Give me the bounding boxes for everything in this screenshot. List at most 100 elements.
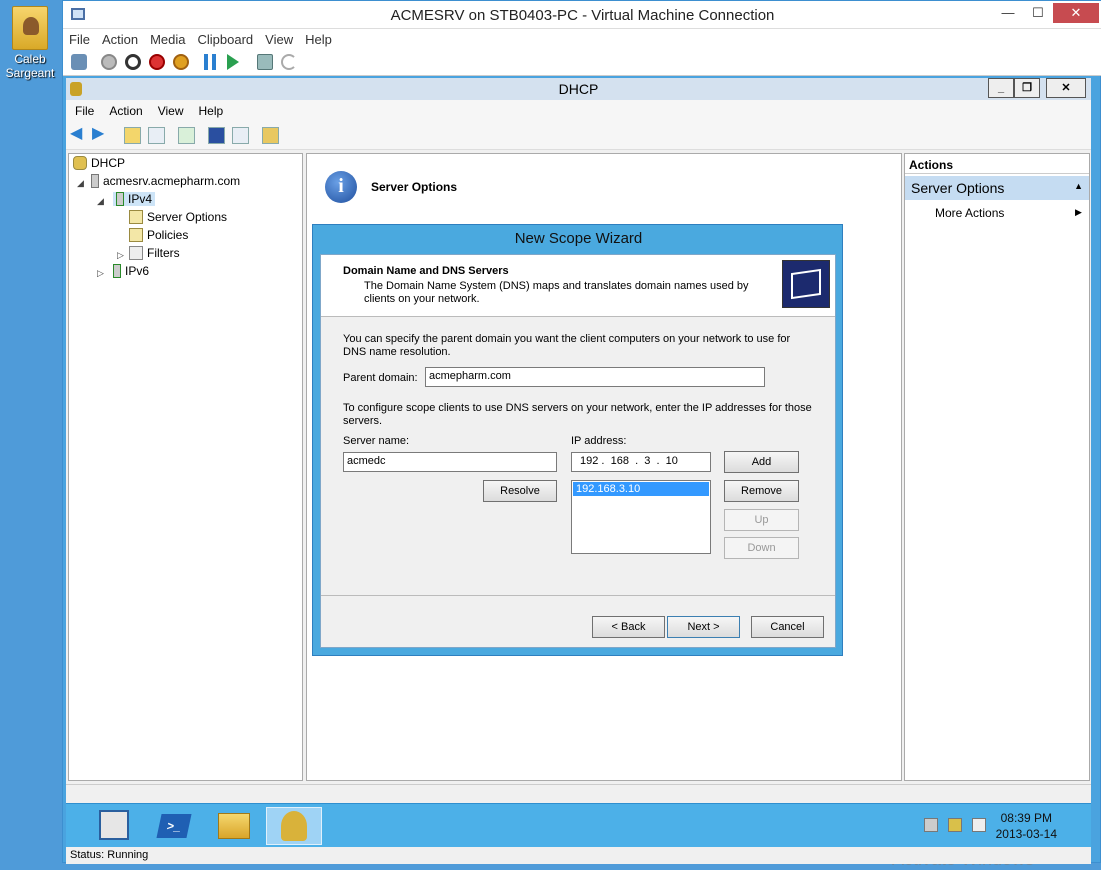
dns-server-list[interactable]: 192.168.3.10	[571, 480, 711, 554]
volume-icon[interactable]	[972, 818, 986, 832]
pause-icon[interactable]	[204, 54, 216, 70]
policies-icon	[129, 228, 143, 242]
vm-minimize-button[interactable]: —	[993, 3, 1023, 23]
snapshot-icon[interactable]	[257, 54, 273, 70]
vm-status-text: Status: Running	[66, 848, 1091, 864]
help-icon[interactable]	[208, 127, 225, 144]
actions-section-server-options[interactable]: Server Options ▲	[905, 176, 1089, 200]
network-icon[interactable]	[924, 818, 938, 832]
desktop-folder-icon[interactable]: Caleb Sargeant	[4, 6, 56, 90]
forward-arrow-icon[interactable]: ▶	[92, 126, 109, 144]
collapse-arrow-icon[interactable]: ▷	[117, 250, 124, 261]
tree-item-ipv4[interactable]: IPv4	[113, 192, 156, 206]
expand-arrow-icon[interactable]: ◢	[97, 196, 104, 207]
collapse-up-icon[interactable]: ▲	[1074, 181, 1083, 191]
vm-menu-help[interactable]: Help	[299, 29, 338, 47]
shutdown-icon[interactable]	[149, 54, 165, 70]
vm-menu-media[interactable]: Media	[144, 29, 191, 47]
show-hide-tree-icon[interactable]	[148, 127, 165, 144]
resolve-button[interactable]: Resolve	[483, 480, 557, 502]
wizard-title: New Scope Wizard	[514, 230, 643, 247]
tree-item-server[interactable]: acmesrv.acmepharm.com	[91, 174, 240, 188]
dhcp-minimize-button[interactable]: _	[988, 78, 1014, 98]
dns-server-list-item[interactable]: 192.168.3.10	[573, 482, 709, 496]
revert-icon[interactable]	[281, 54, 297, 70]
ip-address-input[interactable]: 192 . 168 . 3 . 10	[571, 452, 711, 472]
vm-menu-view[interactable]: View	[259, 29, 299, 47]
dhcp-maximize-button[interactable]: ❐	[1014, 78, 1040, 98]
tree-label-server: acmesrv.acmepharm.com	[103, 174, 241, 188]
menu-help[interactable]: Help	[190, 100, 230, 118]
next-button[interactable]: Next >	[667, 616, 740, 638]
show-action-pane-icon[interactable]	[232, 127, 249, 144]
vm-menu-action[interactable]: Action	[96, 29, 144, 47]
folder-icon	[12, 6, 48, 50]
ip-address-label: IP address:	[571, 435, 627, 447]
tree-item-filters[interactable]: Filters	[129, 246, 180, 260]
dhcp-menu-bar: File Action View Help	[66, 100, 1091, 122]
down-button[interactable]: Down	[724, 537, 799, 559]
back-button[interactable]: < Back	[592, 616, 665, 638]
ip-octet-4: 10	[665, 455, 678, 467]
ctrl-alt-del-icon[interactable]	[71, 54, 87, 70]
powershell-icon[interactable]: >_	[146, 807, 202, 845]
remove-button[interactable]: Remove	[724, 480, 799, 502]
vm-toolbar	[63, 50, 1101, 76]
dhcp-close-button[interactable]: ✕	[1046, 78, 1086, 98]
server-options-icon	[129, 210, 143, 224]
cancel-button[interactable]: Cancel	[751, 616, 824, 638]
tree-item-dhcp[interactable]: DHCP	[73, 156, 125, 170]
tree-item-ipv6[interactable]: IPv6	[113, 264, 149, 278]
vm-menu-bar: File Action Media Clipboard View Help	[63, 29, 1101, 50]
wizard-divider	[321, 595, 835, 596]
properties-icon[interactable]	[262, 127, 279, 144]
ipv4-icon	[116, 192, 124, 206]
ip-octet-2: 168	[610, 455, 629, 467]
server-manager-icon[interactable]	[86, 807, 142, 845]
taskbar-clock[interactable]: 08:39 PM 2013-03-14	[996, 810, 1057, 842]
turn-off-icon[interactable]	[125, 54, 141, 70]
actions-pane: Actions Server Options ▲ More Actions ▶	[904, 153, 1090, 781]
tree-item-server-options[interactable]: Server Options	[129, 210, 227, 224]
collapse-arrow-icon[interactable]: ▷	[97, 268, 104, 279]
clock-date: 2013-03-14	[995, 827, 1057, 841]
ipv6-icon	[113, 264, 121, 278]
ip-octet-1: 192	[580, 455, 599, 467]
file-explorer-icon[interactable]	[206, 807, 262, 845]
wizard-subheading: The Domain Name System (DNS) maps and tr…	[364, 280, 749, 305]
up-button[interactable]: Up	[724, 509, 799, 531]
more-actions-item[interactable]: More Actions	[935, 206, 1004, 220]
up-folder-icon[interactable]	[124, 127, 141, 144]
reset-icon[interactable]	[227, 54, 239, 70]
vm-menu-clipboard[interactable]: Clipboard	[192, 29, 260, 47]
start-icon[interactable]	[101, 54, 117, 70]
menu-action[interactable]: Action	[100, 100, 148, 118]
wizard-folder-graphic-icon	[782, 260, 830, 308]
save-icon[interactable]	[173, 54, 189, 70]
wizard-header-panel: Domain Name and DNS Servers The Domain N…	[321, 255, 835, 317]
console-tree: DHCP ◢ acmesrv.acmepharm.com ◢ IPv4 Serv…	[68, 153, 303, 781]
dhcp-toolbar: ◀ ▶	[66, 122, 1091, 150]
menu-view[interactable]: View	[149, 100, 190, 118]
expand-arrow-icon[interactable]: ◢	[77, 178, 84, 189]
tree-item-policies[interactable]: Policies	[129, 228, 188, 242]
add-button[interactable]: Add	[724, 451, 799, 473]
back-arrow-icon[interactable]: ◀	[70, 126, 87, 144]
vm-close-button[interactable]: ✕	[1053, 3, 1099, 23]
parent-domain-label: Parent domain:	[343, 372, 418, 384]
results-header: Server Options	[371, 180, 458, 194]
server-name-input[interactable]: acmedc	[343, 452, 557, 472]
dhcp-taskbar-icon[interactable]	[266, 807, 322, 845]
desktop-icon-label: Caleb Sargeant	[5, 52, 55, 80]
tree-label-dhcp: DHCP	[91, 156, 126, 170]
vm-maximize-button[interactable]: ☐	[1023, 3, 1053, 23]
menu-file[interactable]: File	[66, 100, 100, 118]
refresh-icon[interactable]	[178, 127, 195, 144]
server-name-label: Server name:	[343, 435, 410, 447]
server-icon	[91, 174, 99, 188]
clock-time: 08:39 PM	[1000, 811, 1052, 825]
vm-menu-file[interactable]: File	[63, 29, 96, 47]
action-center-icon[interactable]	[948, 818, 962, 832]
dhcp-title-bar: DHCP _ ❐ ✕	[66, 78, 1091, 100]
parent-domain-input[interactable]: acmepharm.com	[425, 367, 765, 387]
